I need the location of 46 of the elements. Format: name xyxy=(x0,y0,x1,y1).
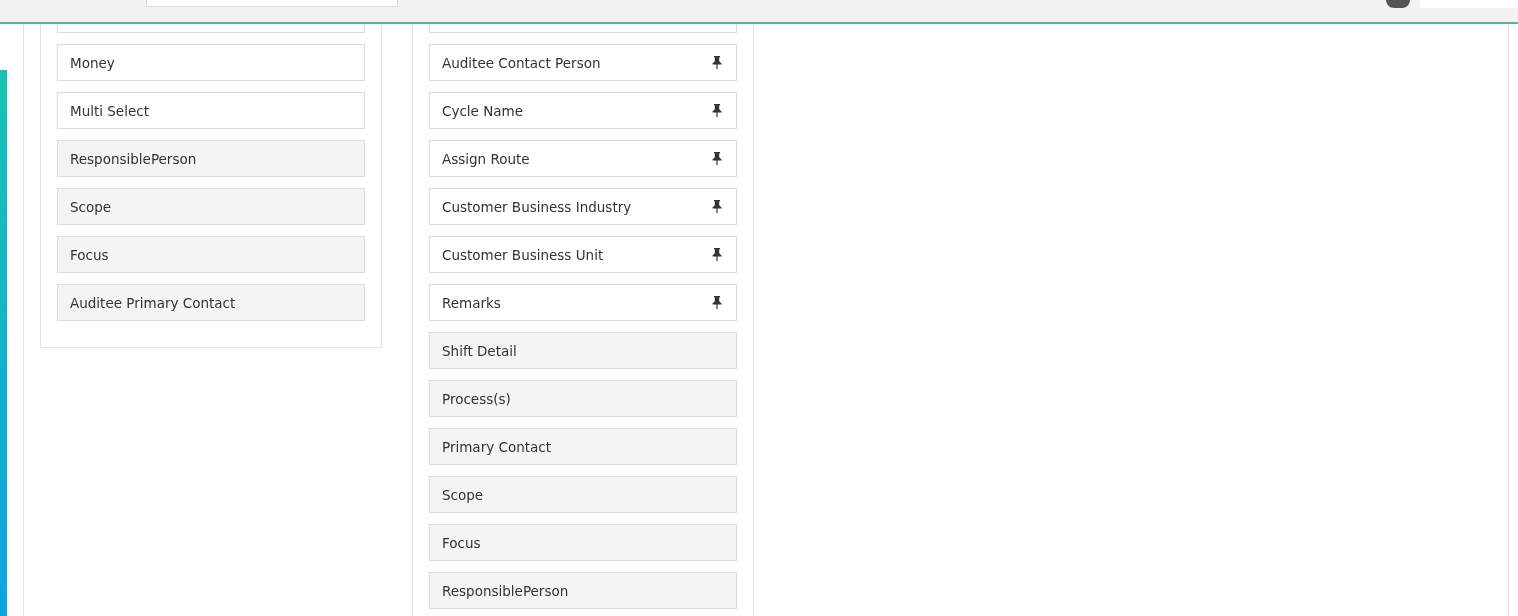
field-item[interactable]: ResponsiblePerson xyxy=(57,140,365,177)
field-item[interactable]: Remarks xyxy=(429,284,737,321)
field-item[interactable]: Scope xyxy=(57,188,365,225)
field-item[interactable] xyxy=(429,24,737,33)
field-item[interactable]: Auditee Primary Contact xyxy=(57,284,365,321)
field-item[interactable]: Process(s) xyxy=(429,380,737,417)
field-label: Assign Route xyxy=(442,150,530,167)
field-label: Cycle Name xyxy=(442,102,523,119)
field-item[interactable]: Assign Route xyxy=(429,140,737,177)
field-item[interactable]: Money xyxy=(57,44,365,81)
field-item[interactable]: Multi Select xyxy=(57,92,365,129)
avatar-icon[interactable] xyxy=(1386,0,1410,8)
field-item[interactable]: Customer Business Industry xyxy=(429,188,737,225)
field-item[interactable]: Focus xyxy=(429,524,737,561)
field-label: Customer Business Industry xyxy=(442,198,632,215)
field-label: Process(s) xyxy=(442,390,511,407)
field-label: Focus xyxy=(70,246,109,263)
field-item[interactable]: Scope xyxy=(429,476,737,513)
pin-icon[interactable] xyxy=(712,200,722,213)
field-label: Scope xyxy=(70,198,112,215)
pin-icon[interactable] xyxy=(712,296,722,309)
field-label: Auditee Contact Person xyxy=(442,54,601,71)
field-item[interactable]: Cycle Name xyxy=(429,92,737,129)
field-item[interactable]: ResponsiblePerson xyxy=(429,572,737,609)
field-item[interactable]: Shift Detail xyxy=(429,332,737,369)
field-label: ResponsiblePerson xyxy=(70,150,197,167)
pin-icon[interactable] xyxy=(712,248,722,261)
field-label: Scope xyxy=(442,486,484,503)
pin-icon[interactable] xyxy=(712,104,722,117)
field-item[interactable]: Customer Business Unit xyxy=(429,236,737,273)
field-label: Multi Select xyxy=(70,102,149,119)
field-item[interactable]: Focus xyxy=(57,236,365,273)
field-item[interactable] xyxy=(57,24,365,33)
search-field[interactable] xyxy=(146,0,398,7)
field-label: Auditee Primary Contact xyxy=(70,294,236,311)
field-label: Primary Contact xyxy=(442,438,551,455)
field-label: Focus xyxy=(442,534,481,551)
field-label: Shift Detail xyxy=(442,342,517,359)
pin-icon[interactable] xyxy=(712,152,722,165)
field-item[interactable]: Auditee Contact Person xyxy=(429,44,737,81)
field-item[interactable]: Primary Contact xyxy=(429,428,737,465)
field-label: Money xyxy=(70,54,115,71)
field-label: Customer Business Unit xyxy=(442,246,604,263)
field-label: ResponsiblePerson xyxy=(442,582,569,599)
pin-icon[interactable] xyxy=(712,56,722,69)
field-label: Remarks xyxy=(442,294,501,311)
